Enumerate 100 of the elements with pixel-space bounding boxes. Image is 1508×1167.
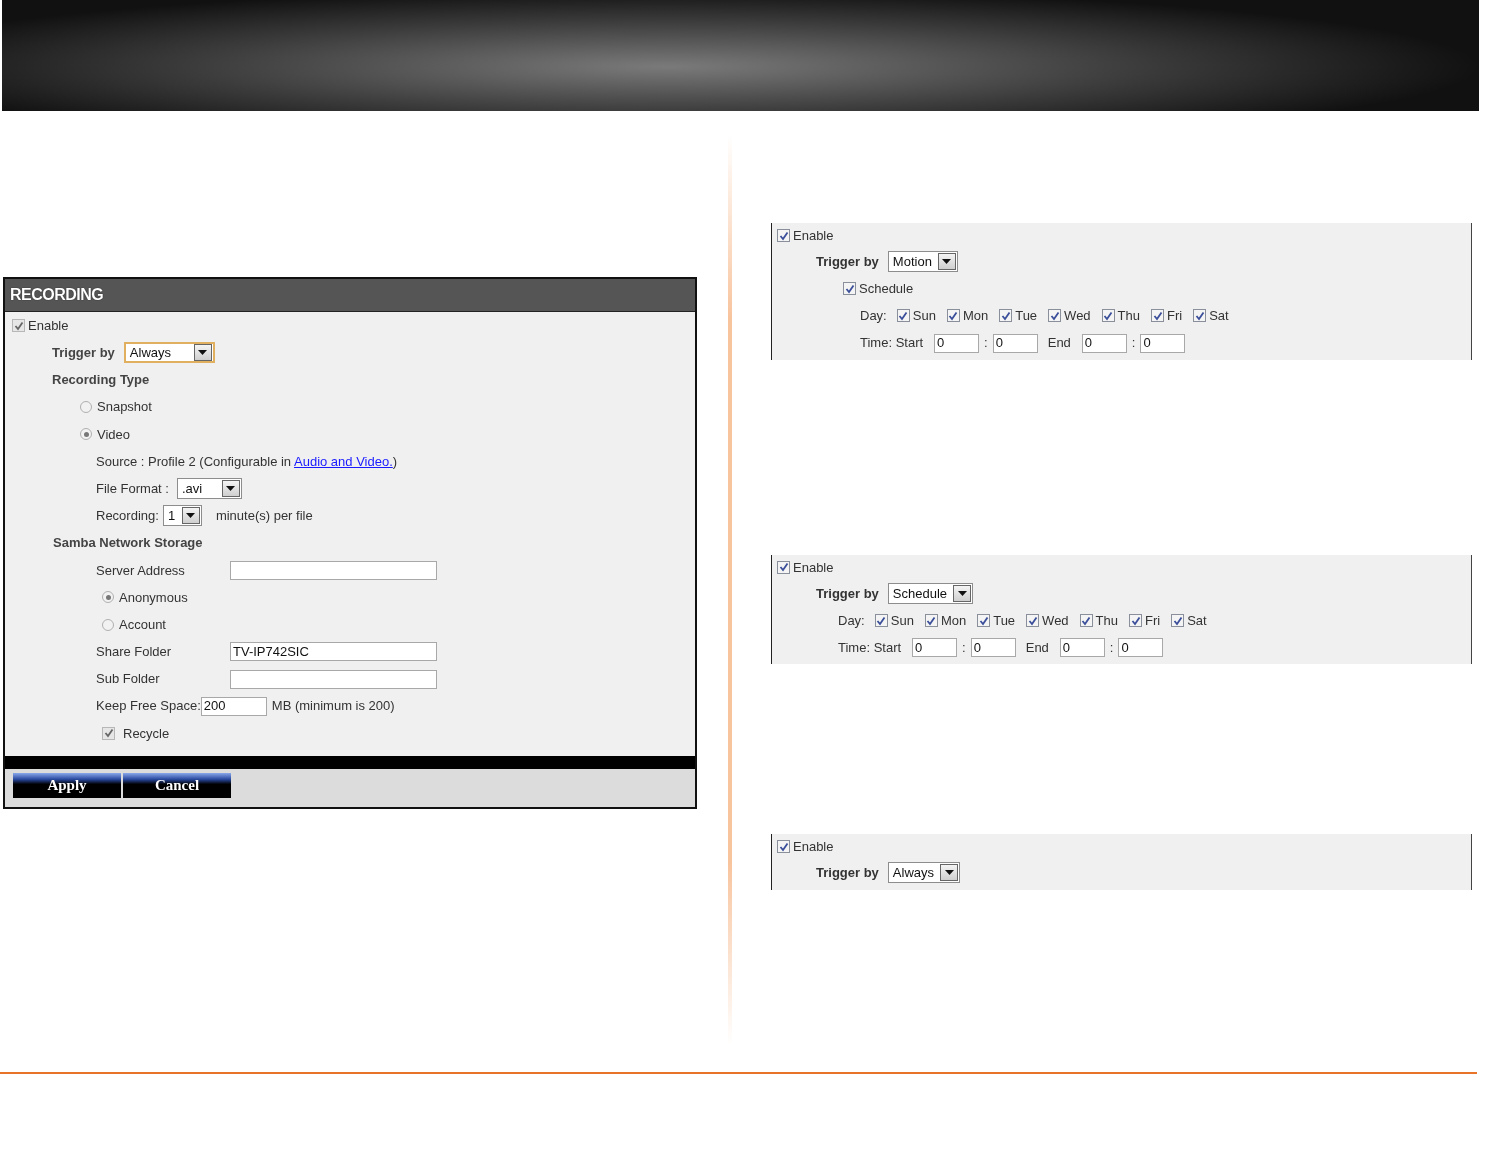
checkbox[interactable]	[1151, 309, 1164, 323]
checkbox-label: Wed	[1042, 611, 1069, 630]
radio-label: Video	[97, 425, 130, 444]
field-label: Server Address	[96, 561, 186, 580]
dropdown[interactable]: Schedule	[887, 582, 974, 604]
radio-label: Anonymous	[119, 588, 188, 607]
checkbox-label: Thu	[1095, 611, 1118, 630]
checkbox-label: Fri	[1145, 611, 1161, 630]
checkbox-label: Enable	[793, 838, 834, 857]
checkbox-label: Recycle	[123, 724, 170, 743]
separator-text: :	[962, 638, 966, 657]
checkbox[interactable]	[977, 614, 991, 628]
field-label: Recording:	[96, 507, 159, 526]
panel-title: RECORDING	[10, 285, 104, 305]
text-field[interactable]: 0	[992, 333, 1038, 353]
checkbox[interactable]	[1129, 614, 1142, 628]
field-label: Trigger by	[816, 252, 879, 271]
checkbox-label: Tue	[1015, 307, 1038, 326]
caret-icon	[942, 259, 952, 265]
checkbox-label: Enable	[28, 316, 69, 335]
checkbox-label: Tue	[993, 611, 1016, 630]
text-field[interactable]: 0	[1118, 638, 1164, 658]
checkbox[interactable]	[946, 309, 960, 323]
caret-icon	[186, 513, 196, 519]
checkbox-label: Sat	[1209, 307, 1229, 326]
radio-button[interactable]	[80, 428, 92, 441]
field-label: Trigger by	[52, 344, 115, 363]
checkbox[interactable]	[1101, 309, 1115, 323]
text-field[interactable]: TV-IP742SIC	[230, 642, 437, 662]
text-field[interactable]: 0	[970, 638, 1016, 658]
field-label: Day:	[838, 611, 865, 630]
radio-button[interactable]	[80, 401, 92, 414]
checkbox-label: Enable	[793, 558, 834, 577]
checkbox[interactable]	[999, 309, 1013, 323]
separator-text: :	[1131, 334, 1136, 353]
source-text: Source : Profile 2 (Configurable in Audio and Video.)	[96, 452, 398, 471]
field-label: Share Folder	[96, 643, 173, 662]
checkbox-label: Sun	[890, 611, 914, 630]
unit-label: MB (minimum is 200)	[271, 697, 395, 716]
action-button[interactable]: Cancel	[123, 773, 231, 798]
action-button[interactable]: Apply	[13, 773, 121, 798]
checkbox[interactable]	[1079, 614, 1093, 628]
checkbox-label: Wed	[1064, 307, 1091, 326]
field-label: Keep Free Space:	[96, 697, 201, 716]
text-field[interactable]: 0	[934, 333, 980, 353]
checkbox-label: Mon	[962, 307, 989, 326]
link[interactable]: Audio and Video.	[294, 453, 393, 469]
field-label: Trigger by	[816, 584, 879, 603]
text-field[interactable]: 0	[1081, 333, 1127, 353]
dropdown[interactable]: .avi	[176, 478, 242, 500]
field-label: File Format :	[96, 479, 169, 498]
field-label: End	[1025, 638, 1049, 657]
field-label: Trigger by	[816, 864, 879, 883]
field-label: Sub Folder	[96, 670, 161, 689]
checkbox-label: Mon	[940, 611, 967, 630]
text-field[interactable]: 0	[1140, 333, 1186, 353]
checkbox[interactable]	[1048, 309, 1062, 323]
section-heading: Samba Network Storage	[53, 534, 203, 553]
text-field[interactable]: 0	[912, 638, 958, 658]
checkbox[interactable]	[924, 614, 938, 628]
checkbox[interactable]	[1171, 614, 1185, 628]
checkbox[interactable]	[874, 614, 888, 628]
text-field[interactable]: 200	[200, 696, 267, 716]
caret-icon	[944, 870, 954, 876]
dropdown[interactable]: Motion	[887, 251, 958, 273]
field-label: Day:	[860, 307, 887, 326]
dropdown[interactable]: 1	[162, 505, 202, 527]
caret-icon	[957, 590, 967, 596]
separator-text: :	[1109, 638, 1114, 657]
checkbox[interactable]	[1193, 309, 1207, 323]
checkbox-label: Sat	[1187, 611, 1207, 630]
field-label: End	[1047, 334, 1071, 353]
radio-button[interactable]	[102, 591, 114, 604]
checkbox[interactable]	[896, 309, 910, 323]
separator-text: :	[984, 334, 988, 353]
checkbox[interactable]	[777, 840, 790, 854]
checkbox-label: Enable	[793, 226, 834, 245]
unit-label: minute(s) per file	[215, 507, 313, 526]
checkbox[interactable]	[1026, 614, 1040, 628]
checkbox-label: Thu	[1117, 307, 1140, 326]
caret-icon	[226, 486, 236, 492]
checkbox[interactable]	[12, 319, 25, 333]
radio-label: Account	[119, 615, 166, 634]
checkbox[interactable]	[777, 560, 790, 574]
checkbox-label: Sun	[912, 307, 936, 326]
radio-button[interactable]	[102, 618, 114, 631]
field-label: Time: Start	[838, 638, 902, 657]
checkbox-label: Fri	[1167, 307, 1183, 326]
caret-icon	[198, 350, 208, 356]
text-field[interactable]	[230, 560, 437, 580]
dropdown[interactable]: Always	[123, 342, 215, 364]
text-field[interactable]	[230, 669, 437, 689]
checkbox[interactable]	[777, 229, 790, 242]
section-heading: Recording Type	[52, 371, 150, 390]
checkbox-label: Schedule	[859, 280, 914, 299]
text-field[interactable]: 0	[1059, 638, 1105, 658]
checkbox[interactable]	[102, 726, 115, 740]
radio-label: Snapshot	[97, 398, 152, 417]
checkbox[interactable]	[843, 282, 856, 296]
dropdown[interactable]: Always	[887, 862, 961, 884]
